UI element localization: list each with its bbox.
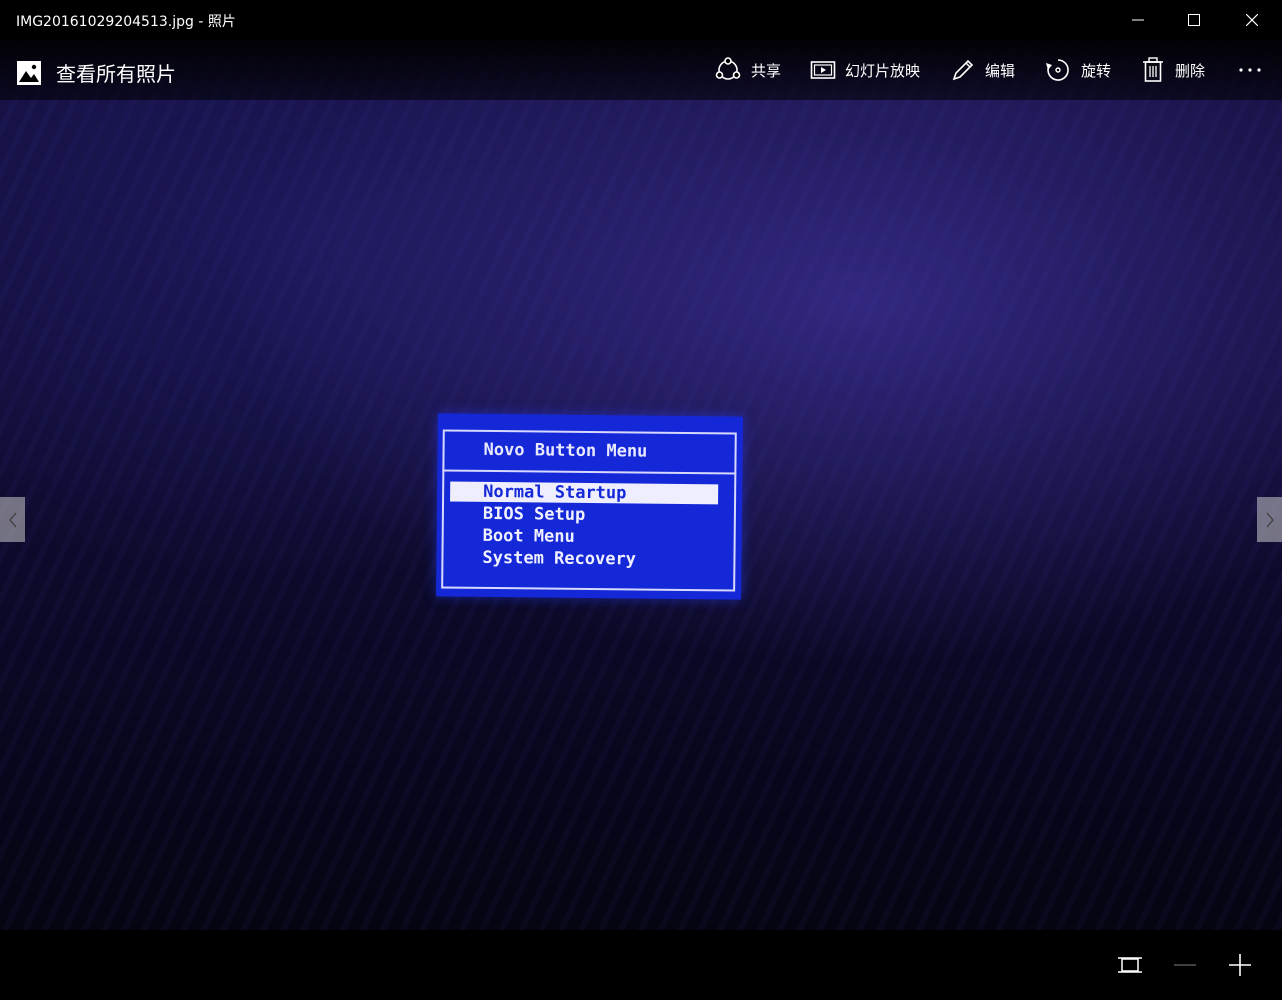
rotate-button[interactable]: 旋转 bbox=[1044, 54, 1111, 86]
slideshow-label: 幻灯片放映 bbox=[845, 61, 921, 80]
title-bar[interactable]: IMG20161029204513.jpg - 照片 bbox=[0, 0, 1282, 40]
rotate-icon bbox=[1046, 59, 1069, 81]
delete-button[interactable]: 删除 bbox=[1140, 54, 1205, 86]
previous-photo-button[interactable] bbox=[0, 497, 25, 542]
bios-menu-item: BIOS Setup bbox=[482, 503, 586, 525]
more-icon bbox=[1239, 68, 1261, 72]
bios-menu-photo-content: Novo Button Menu Normal Startup BIOS Set… bbox=[436, 413, 743, 600]
rotate-label: 旋转 bbox=[1081, 61, 1112, 80]
minus-icon bbox=[1174, 964, 1196, 966]
fit-to-window-button[interactable] bbox=[1112, 947, 1148, 983]
next-photo-button[interactable] bbox=[1257, 497, 1282, 542]
window-title: IMG20161029204513.jpg - 照片 bbox=[16, 14, 236, 30]
share-icon bbox=[715, 57, 741, 80]
bottom-bar bbox=[0, 930, 1282, 1000]
photos-app-icon bbox=[17, 60, 41, 85]
chevron-left-icon bbox=[8, 512, 17, 527]
delete-label: 删除 bbox=[1175, 61, 1206, 80]
slideshow-button[interactable]: 幻灯片放映 bbox=[810, 54, 920, 86]
chevron-right-icon bbox=[1265, 512, 1274, 527]
zoom-in-button[interactable] bbox=[1222, 947, 1258, 983]
bios-menu-item-selected: Normal Startup bbox=[450, 481, 719, 505]
edit-label: 编辑 bbox=[985, 61, 1016, 80]
close-button[interactable] bbox=[1224, 0, 1280, 40]
bios-menu-item: Boot Menu bbox=[482, 525, 575, 547]
more-options-button[interactable] bbox=[1238, 54, 1262, 86]
fit-screen-icon bbox=[1118, 957, 1142, 973]
plus-icon bbox=[1229, 954, 1251, 976]
slideshow-icon bbox=[810, 61, 836, 79]
pencil-icon bbox=[952, 59, 974, 81]
maximize-icon bbox=[1188, 14, 1200, 26]
view-all-photos-button[interactable]: 查看所有照片 bbox=[16, 58, 176, 87]
share-button[interactable]: 共享 bbox=[714, 54, 781, 86]
edit-button[interactable]: 编辑 bbox=[950, 54, 1015, 86]
minimize-button[interactable] bbox=[1110, 0, 1166, 40]
zoom-out-button[interactable] bbox=[1167, 947, 1203, 983]
close-icon bbox=[1246, 14, 1258, 26]
minimize-icon bbox=[1132, 19, 1144, 21]
bios-menu-item: System Recovery bbox=[482, 547, 637, 570]
share-label: 共享 bbox=[751, 61, 782, 80]
bios-menu-title: Novo Button Menu bbox=[483, 439, 648, 462]
view-all-photos-label: 查看所有照片 bbox=[56, 62, 176, 86]
maximize-button[interactable] bbox=[1166, 0, 1222, 40]
trash-icon bbox=[1143, 57, 1163, 82]
